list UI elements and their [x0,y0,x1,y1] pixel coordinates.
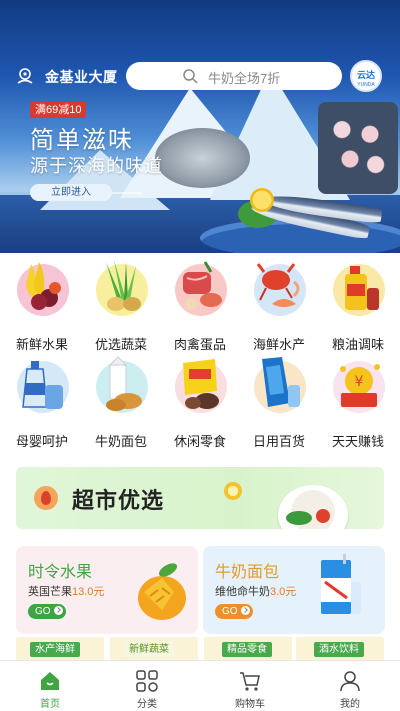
category-grid: 新鲜水果 优选蔬菜 肉禽蛋品 海鲜水产 粮油调味 母婴呵护 牛奶面包 休闲零食 … [0,260,400,457]
tab-label: 首页 [40,699,60,710]
product-price: 3.0元 [270,586,297,598]
cart-icon [240,672,260,691]
brand-logo-subtext: YUNDA [357,82,375,88]
oil-icon [333,264,385,316]
arrow-right-icon [240,606,250,615]
baby-care-icon [17,361,69,413]
promo-tag: 满69减10 [30,102,87,118]
home-icon [41,672,59,690]
tomato-decoration [316,509,330,523]
meat-icon [175,261,227,316]
profile-icon [340,671,360,692]
section-tag-drinks[interactable]: 酒水饮料 [314,642,364,657]
category-daily-goods[interactable]: 日用百货 [239,357,319,450]
section-tag-snacks[interactable]: 精品零食 [222,642,272,657]
bottom-tab-bar: 首页 分类 购物车 我的 [0,660,400,711]
product-name: 维他命牛奶 [215,586,270,598]
product-price: 13.0元 [72,586,105,598]
tab-category[interactable]: 分类 [97,661,197,711]
category-label: 日用百货 [252,434,305,449]
promo-card-fruit[interactable]: 时令水果 英国芒果13.0元 GO [16,546,198,634]
category-baby-care[interactable]: 母婴呵护 [2,358,82,450]
shrimp-tray-image [318,102,398,194]
product-name: 英国芒果 [28,586,72,598]
leaf-decoration [286,511,312,525]
promo-card-milk[interactable]: 牛奶面包 维他命牛奶3.0元 GO [203,546,385,634]
search-placeholder: 牛奶全场7折 [208,71,281,86]
milk-bread-icon [96,356,148,413]
category-seafood[interactable]: 海鲜水产 [239,261,319,353]
seafood-icon [254,263,306,316]
category-label: 新鲜水果 [15,337,68,352]
tab-label: 我的 [340,699,360,710]
fish-plate-image [155,128,250,188]
go-button[interactable]: GO [28,604,66,619]
section-tag-vegetables[interactable]: 新鲜蔬菜 [124,642,174,657]
section-tags: 水产海鲜 新鲜蔬菜 精品零食 酒水饮料 [0,637,400,661]
category-label: 肉禽蛋品 [173,337,226,352]
supermarket-banner[interactable]: 超市优选 [16,467,384,529]
search-icon [183,69,198,84]
promo-card-desc: 维他命牛奶3.0元 [215,583,296,599]
category-meat[interactable]: 肉禽蛋品 [160,261,240,353]
location-icon[interactable] [15,66,35,86]
category-label: 粮油调味 [331,337,384,352]
category-label: 海鲜水产 [252,337,305,352]
category-icon [136,670,158,692]
category-snack[interactable]: 休闲零食 [160,358,240,450]
category-label: 休闲零食 [173,434,226,449]
search-input[interactable]: 牛奶全场7折 [126,62,342,90]
section-tag-seafood[interactable]: 水产海鲜 [30,642,80,657]
banner-title: 简单滋味 [30,127,134,154]
banner-subtitle: 源于深海的味道 [30,156,163,176]
promo-card-desc: 英国芒果13.0元 [28,583,104,599]
milk-box-image [321,554,361,614]
category-milk-bread[interactable]: 牛奶面包 [81,356,161,450]
category-label: 天天赚钱 [331,434,384,449]
category-label: 优选蔬菜 [94,337,147,352]
arrow-right-icon [53,606,63,615]
brand-logo-text: 云达 [356,70,375,80]
earn-money-icon: ¥ [333,361,385,413]
brand-logo[interactable]: 云达 YUNDA [350,60,382,92]
hero-banner[interactable]: 金基业大厦 牛奶全场7折 云达 YUNDA 满69减10 简单滋味 源于深海的味… [0,0,400,253]
tab-home[interactable]: 首页 [0,661,100,711]
top-bar: 金基业大厦 牛奶全场7折 云达 YUNDA [0,60,400,92]
lemon-decoration [224,482,242,500]
enter-button[interactable]: 立即进入 [30,184,112,201]
fruit-icon [17,262,69,316]
go-label: GO [222,606,238,617]
daily-goods-icon [254,357,306,413]
promo-card-title: 时令水果 [28,564,93,581]
tab-label: 分类 [137,699,157,710]
category-fruit[interactable]: 新鲜水果 [2,261,82,353]
mango-image [138,563,186,620]
fire-icon [34,486,58,510]
tab-cart[interactable]: 购物车 [200,661,300,711]
location-name[interactable]: 金基业大厦 [45,67,118,87]
svg-text:¥: ¥ [355,374,364,390]
category-oil[interactable]: 粮油调味 [318,261,398,353]
promo-card-title: 牛奶面包 [215,564,280,581]
category-label: 牛奶面包 [94,434,147,449]
go-button[interactable]: GO [215,604,253,619]
lemon-decoration [250,188,274,212]
supermarket-title: 超市优选 [72,488,165,513]
go-label: GO [35,606,51,617]
tab-profile[interactable]: 我的 [300,661,400,711]
category-earn-money[interactable]: ¥ 天天赚钱 [318,358,398,450]
category-vegetable[interactable]: 优选蔬菜 [81,260,161,353]
vegetable-icon [96,260,148,316]
snack-icon [175,359,227,413]
category-label: 母婴呵护 [15,434,68,449]
tab-label: 购物车 [235,699,265,710]
